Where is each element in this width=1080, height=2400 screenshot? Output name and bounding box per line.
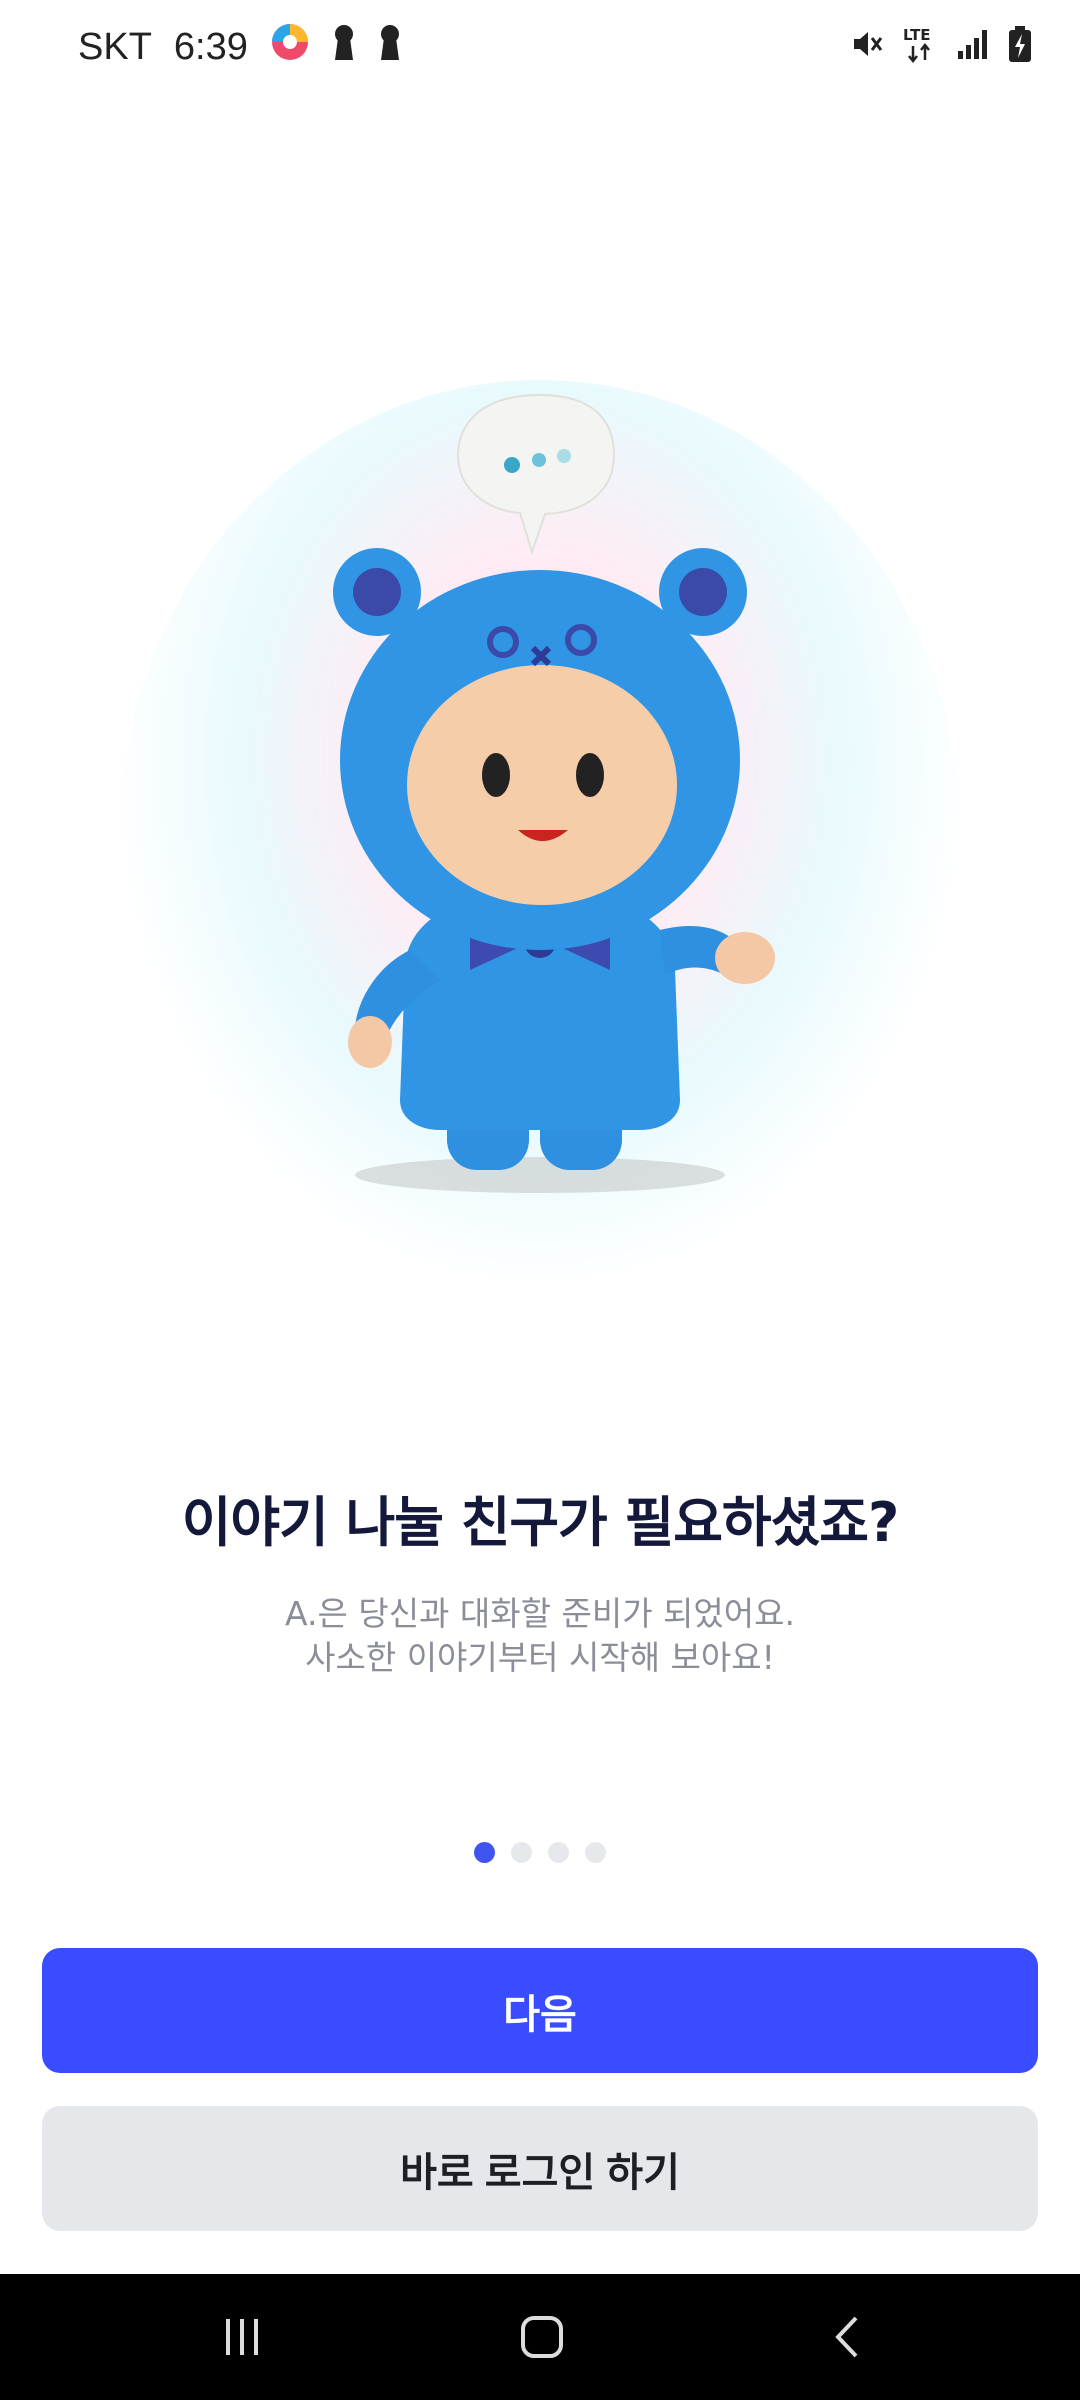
login-now-button[interactable]: 바로 로그인 하기: [42, 2106, 1038, 2231]
character-illustration: [140, 330, 940, 1310]
speech-bubble-icon: [456, 393, 616, 556]
status-left: SKT 6:39: [78, 22, 402, 72]
signal-icon: [956, 27, 990, 65]
system-nav-bar: [0, 2274, 1080, 2400]
back-icon[interactable]: [768, 2274, 928, 2400]
carrier-label: SKT: [78, 25, 152, 68]
battery-charging-icon: [1008, 25, 1032, 67]
recent-apps-icon[interactable]: [162, 2274, 322, 2400]
page-dot-4[interactable]: [585, 1842, 606, 1863]
keyhole-icon: [378, 22, 402, 72]
clock: 6:39: [173, 25, 248, 68]
next-button[interactable]: 다음: [42, 1948, 1038, 2073]
onboarding-headline: 이야기 나눌 친구가 필요하셨죠?: [181, 1491, 900, 1554]
onboarding-subtext: A.은 당신과 대화할 준비가 되었어요. 사소한 이야기부터 시작해 보아요!: [0, 1592, 1080, 1680]
mute-icon: [850, 27, 884, 65]
page-dot-3[interactable]: [548, 1842, 569, 1863]
page-indicator: [0, 1842, 1080, 1863]
svg-text:LTE: LTE: [903, 26, 931, 44]
page-dot-1[interactable]: [474, 1842, 495, 1863]
lte-icon: LTE: [902, 24, 938, 68]
subtext-line-2: 사소한 이야기부터 시작해 보아요!: [305, 1638, 775, 1677]
status-right: LTE: [850, 24, 1032, 68]
status-bar: SKT 6:39 LTE: [0, 0, 1080, 92]
page-dot-2[interactable]: [511, 1842, 532, 1863]
keyhole-icon: [332, 22, 356, 72]
home-icon[interactable]: [462, 2274, 622, 2400]
app-notification-icon: [270, 22, 310, 72]
subtext-line-1: A.은 당신과 대화할 준비가 되었어요.: [285, 1594, 795, 1633]
